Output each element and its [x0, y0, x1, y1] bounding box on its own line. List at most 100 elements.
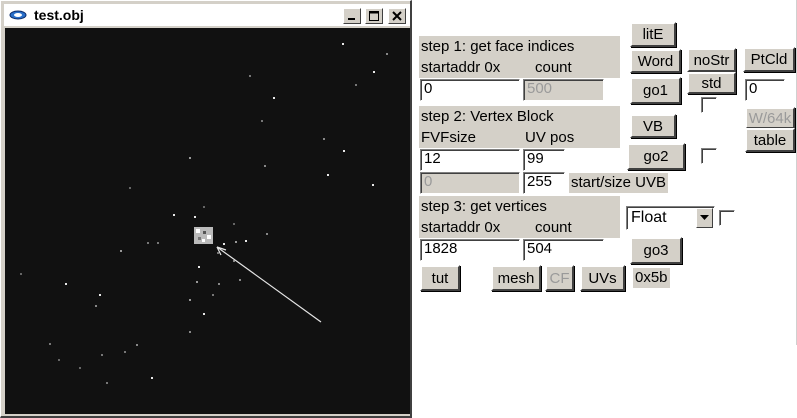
point: [355, 84, 357, 86]
app-icon: [9, 10, 27, 20]
point: [245, 240, 247, 242]
step2-fvfsize-field[interactable]: 12: [420, 149, 520, 171]
step1-group: step 1: get face indices startaddr 0x co…: [419, 36, 620, 78]
std-button[interactable]: std: [687, 72, 736, 94]
table-button[interactable]: table: [745, 128, 795, 152]
point: [249, 75, 251, 77]
window-title: test.obj: [34, 7, 84, 23]
close-button[interactable]: [388, 8, 406, 24]
point: [386, 53, 388, 55]
step1-count-field[interactable]: 500: [523, 79, 604, 101]
uvb-size-field[interactable]: 255: [523, 172, 565, 194]
step1-count-label: count: [535, 59, 572, 76]
cf-button[interactable]: CF: [545, 265, 574, 291]
point: [261, 120, 263, 122]
point: [323, 138, 325, 140]
title-bar[interactable]: test.obj: [4, 4, 410, 26]
point: [239, 279, 241, 281]
point: [198, 266, 200, 268]
step1-heading: step 1: get face indices: [421, 38, 575, 55]
point: [196, 281, 198, 283]
step2-fvfsize-label: FVFsize: [421, 129, 477, 146]
step3-count-label: count: [535, 219, 572, 236]
maximize-button[interactable]: [365, 8, 383, 24]
point: [342, 43, 344, 45]
point: [101, 354, 103, 356]
tut-button[interactable]: tut: [420, 265, 460, 291]
point: [372, 184, 374, 186]
point: [343, 150, 345, 152]
go1-button[interactable]: go1: [630, 77, 681, 104]
step1-startaddr-label: startaddr 0x: [421, 59, 501, 76]
minimize-button[interactable]: [343, 8, 361, 24]
point: [95, 305, 97, 307]
point: [49, 343, 51, 345]
point: [189, 157, 191, 159]
maximize-icon: [369, 11, 379, 21]
format-select[interactable]: Float: [626, 206, 715, 230]
format-select-value: Float: [631, 209, 667, 226]
uvb-label: start/size UVB: [569, 173, 669, 193]
nostr-button[interactable]: noStr: [687, 48, 736, 72]
lite-button[interactable]: litE: [630, 22, 676, 47]
step1-startaddr-field[interactable]: 0: [420, 79, 520, 101]
point: [194, 216, 196, 218]
3d-viewport[interactable]: [5, 28, 410, 414]
point: [151, 377, 153, 379]
step2-uvpos-field[interactable]: 99: [523, 149, 565, 171]
format-checkbox[interactable]: [719, 210, 735, 226]
point-cloud-render: [20, 43, 388, 384]
go2-button[interactable]: go2: [627, 143, 685, 170]
ptcld-field[interactable]: 0: [745, 79, 785, 101]
uvb-start-field[interactable]: 0: [420, 172, 520, 194]
go3-button[interactable]: go3: [630, 237, 682, 264]
mesh-cluster: [194, 227, 213, 244]
close-icon: [392, 11, 402, 21]
ptcld-button[interactable]: PtCld: [743, 47, 795, 72]
step3-heading: step 3: get vertices: [421, 198, 547, 215]
point: [129, 187, 131, 189]
step2-uvpos-label: UV pos: [525, 129, 575, 146]
point: [65, 283, 67, 285]
minimize-icon: [348, 18, 355, 20]
point: [136, 344, 138, 346]
step3-count-field[interactable]: 504: [523, 239, 604, 261]
chevron-down-icon[interactable]: [696, 208, 713, 228]
point: [20, 273, 22, 275]
point: [327, 174, 329, 176]
point: [203, 313, 205, 315]
go2-checkbox[interactable]: [701, 148, 717, 164]
point: [189, 299, 191, 301]
step3-startaddr-label: startaddr 0x: [421, 219, 501, 236]
point: [223, 243, 225, 245]
step2-group: step 2: Vertex Block FVFsize UV pos: [419, 106, 620, 148]
point: [124, 351, 126, 353]
step3-startaddr-field[interactable]: 1828: [420, 239, 520, 261]
point: [99, 294, 101, 296]
uvs-button[interactable]: UVs: [580, 265, 625, 291]
point: [58, 359, 60, 361]
point: [217, 252, 219, 254]
point: [212, 294, 214, 296]
point: [273, 97, 275, 99]
leader-line: [216, 246, 322, 323]
point: [189, 331, 191, 333]
point: [235, 241, 237, 243]
point: [157, 242, 159, 244]
point: [147, 242, 149, 244]
point: [203, 206, 205, 208]
point: [373, 71, 375, 73]
mesh-button[interactable]: mesh: [491, 265, 541, 291]
w64k-button[interactable]: W/64k: [745, 107, 795, 129]
point: [264, 165, 266, 167]
word-button[interactable]: Word: [630, 49, 681, 73]
control-panel: step 1: get face indices startaddr 0x co…: [412, 0, 797, 418]
point: [173, 214, 175, 216]
std-checkbox[interactable]: [701, 97, 717, 113]
hex-readout: 0x5b: [633, 268, 670, 288]
vb-button[interactable]: VB: [630, 114, 676, 138]
point: [120, 250, 122, 252]
point: [266, 233, 268, 235]
point: [218, 283, 220, 285]
point: [233, 223, 235, 225]
